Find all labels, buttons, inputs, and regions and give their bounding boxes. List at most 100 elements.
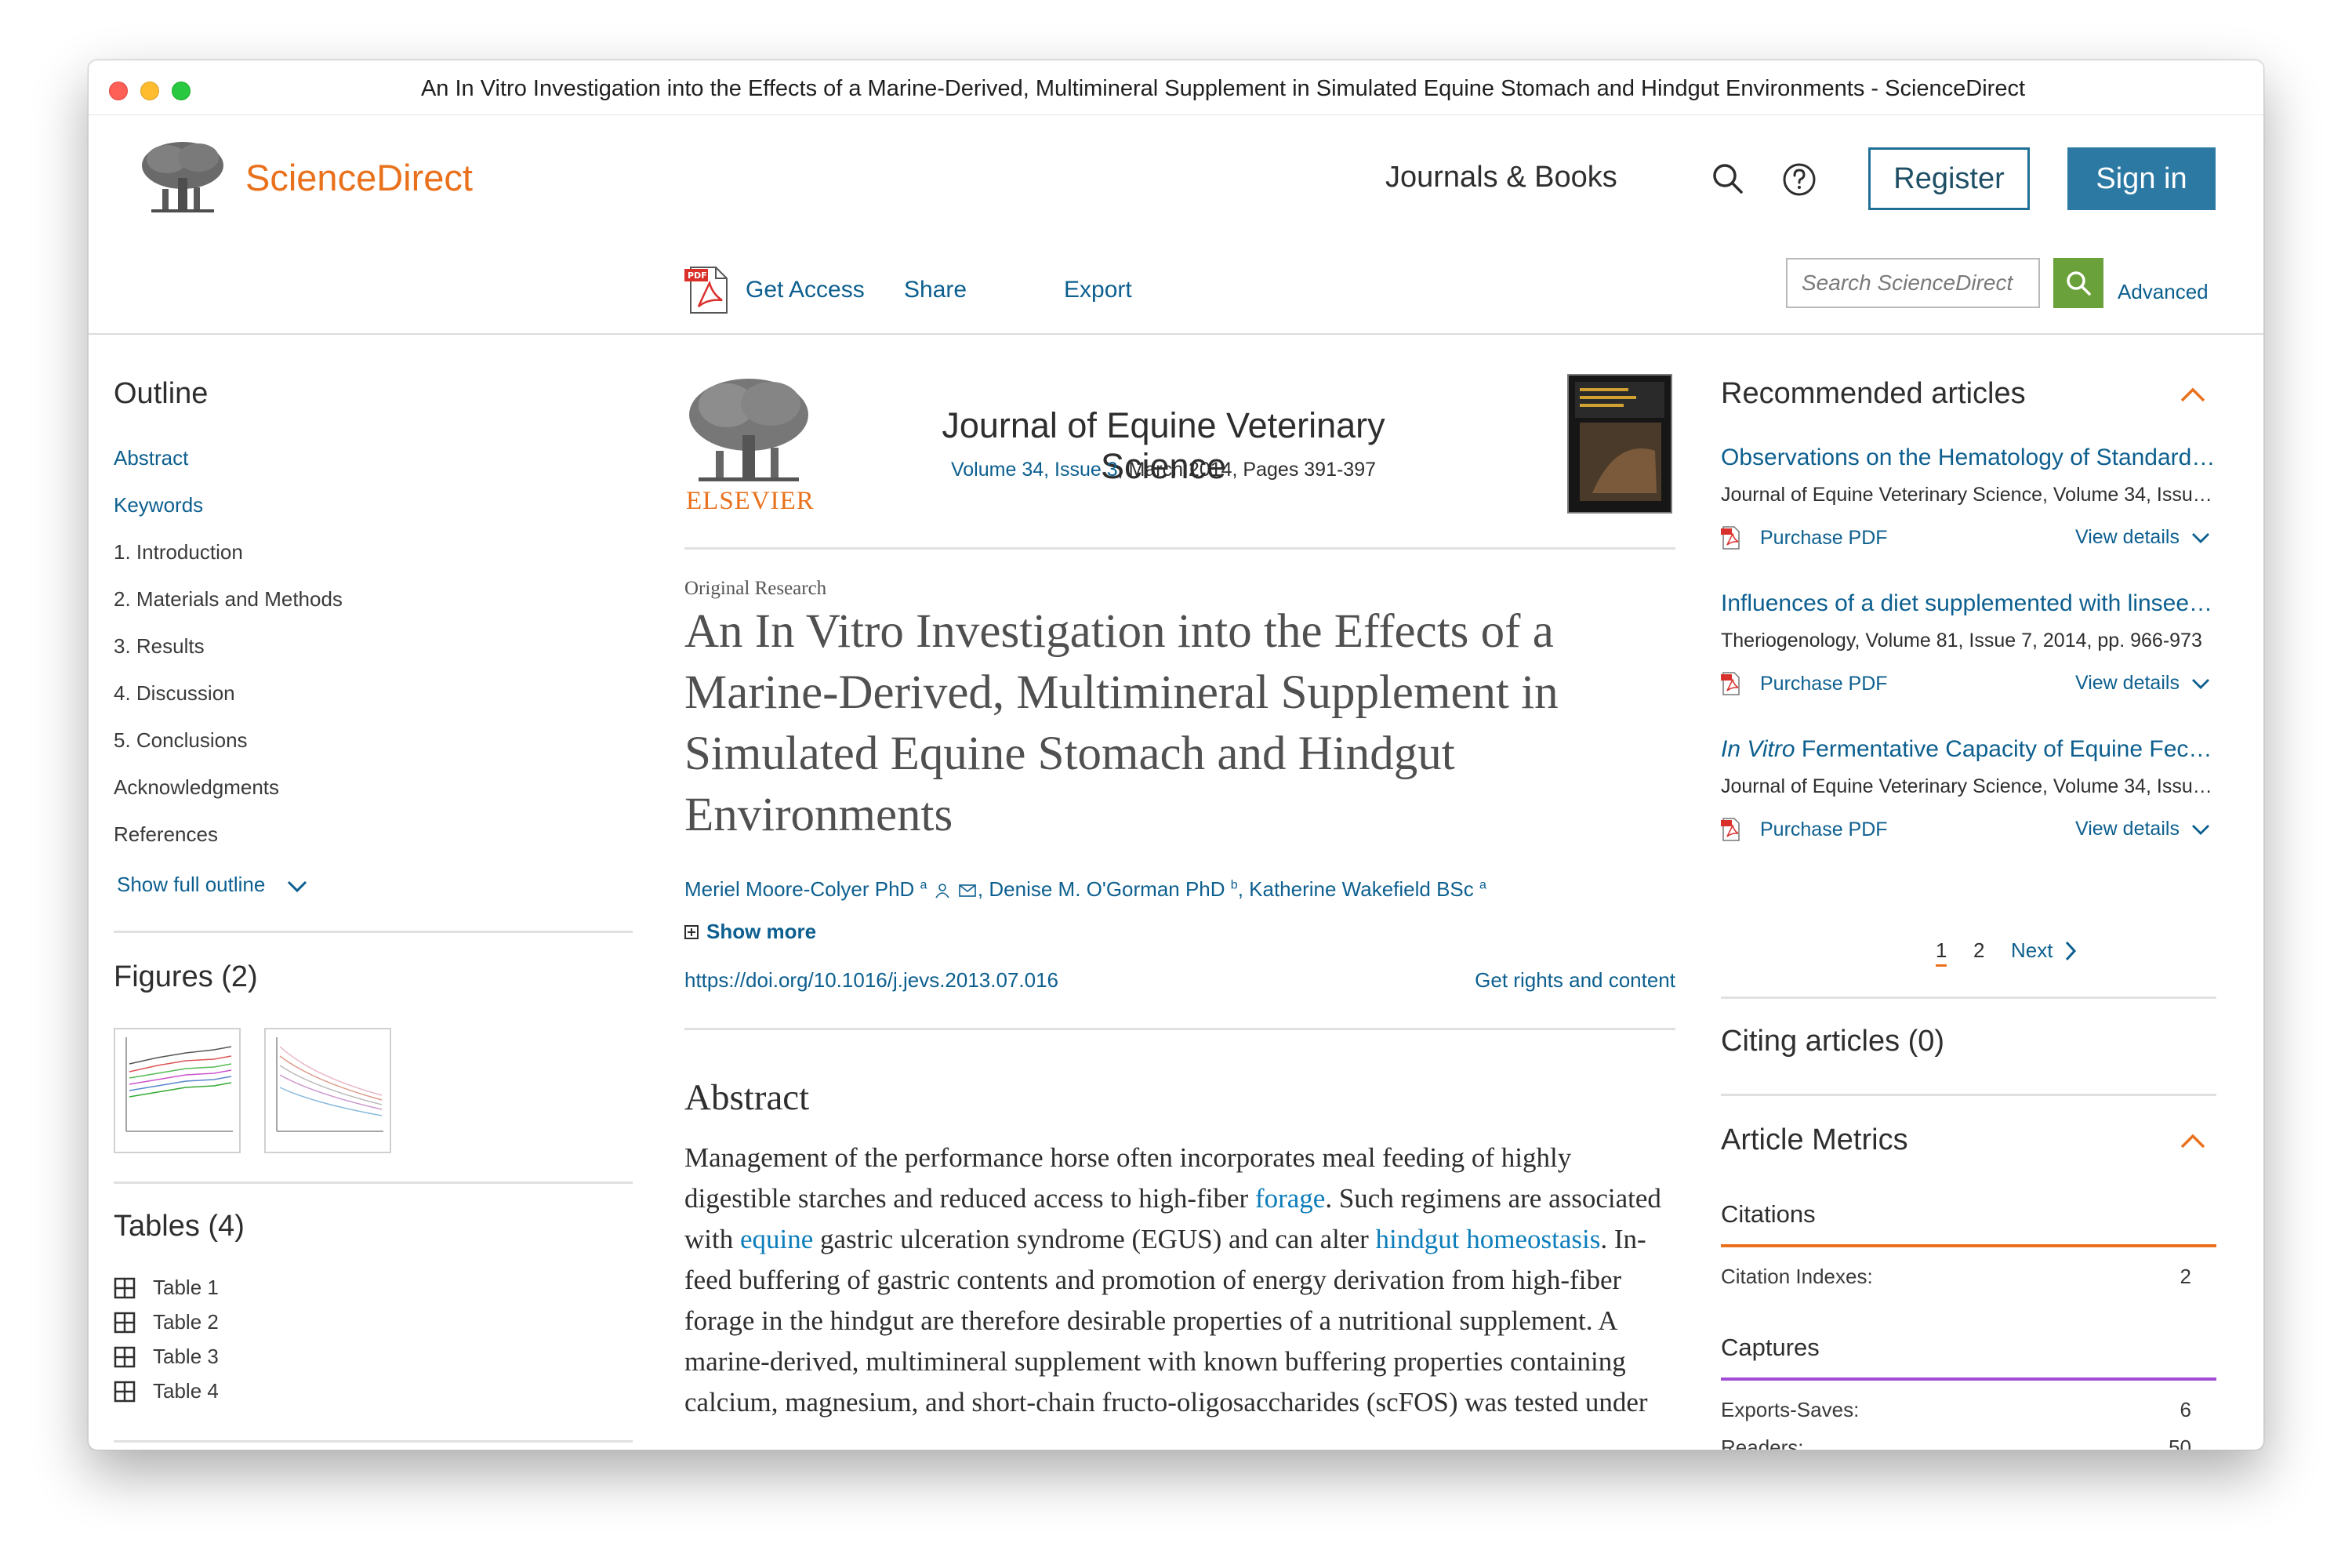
journal-header-divider: [684, 547, 1675, 550]
elsevier-tree-logo[interactable]: [684, 374, 813, 488]
author-separator: ,: [977, 877, 989, 901]
header-divider: [89, 333, 2263, 335]
table-label: Table 2: [153, 1310, 219, 1334]
chevron-up-icon[interactable]: [2179, 385, 2207, 408]
register-button[interactable]: Register: [1868, 147, 2030, 210]
metric-label: Citation Indexes:: [1721, 1265, 1873, 1288]
share-link[interactable]: Share: [904, 277, 967, 303]
author-link[interactable]: Denise M. O'Gorman PhD: [989, 877, 1225, 901]
table-link-2[interactable]: Table 2: [114, 1310, 219, 1334]
table-label: Table 4: [153, 1379, 219, 1403]
affiliation-sup[interactable]: a: [920, 878, 927, 891]
rights-content-link[interactable]: Get rights and content: [1468, 968, 1675, 993]
recommended-article-title[interactable]: Influences of a diet supplemented with l…: [1721, 590, 2216, 617]
pdf-icon: [1721, 672, 1740, 695]
article-type-label: Original Research: [684, 578, 827, 599]
zoom-window-button[interactable]: [172, 82, 191, 100]
svg-text:PDF: PDF: [688, 270, 707, 281]
keyword-link-forage[interactable]: forage: [1255, 1183, 1325, 1214]
author-link[interactable]: Meriel Moore-Colyer PhD: [684, 877, 914, 901]
chevron-down-icon: [2191, 532, 2209, 543]
keyword-link-hindgut-homeostasis[interactable]: hindgut homeostasis: [1376, 1224, 1601, 1254]
outline-item-conclusions[interactable]: 5. Conclusions: [114, 728, 248, 753]
author-separator: ,: [1237, 877, 1250, 901]
doi-link[interactable]: https://doi.org/10.1016/j.jevs.2013.07.0…: [684, 968, 1058, 993]
elsevier-tree-logo[interactable]: [136, 139, 228, 221]
volume-issue-link[interactable]: Volume 34, Issue 3: [951, 459, 1118, 481]
table-link-4[interactable]: Table 4: [114, 1379, 219, 1403]
email-icon[interactable]: [959, 884, 976, 898]
recommended-article-title[interactable]: Observations on the Hematology of Standa…: [1721, 445, 2216, 471]
next-page-link[interactable]: Next: [2011, 938, 2078, 963]
metric-label: Readers:: [1721, 1436, 1804, 1450]
show-full-outline-link[interactable]: Show full outline: [117, 873, 309, 897]
outline-heading: Outline: [114, 377, 209, 410]
table-link-3[interactable]: Table 3: [114, 1345, 219, 1369]
chevron-down-icon: [287, 881, 307, 893]
minimize-window-button[interactable]: [140, 82, 159, 100]
help-icon[interactable]: [1782, 162, 1817, 201]
metric-value: 2: [2180, 1265, 2191, 1288]
sign-in-button[interactable]: Sign in: [2067, 147, 2216, 210]
outline-item-materials-methods[interactable]: 2. Materials and Methods: [114, 587, 343, 612]
purchase-pdf-link[interactable]: Purchase PDF: [1721, 818, 1888, 841]
affiliation-sup[interactable]: a: [1479, 878, 1486, 891]
chevron-down-icon: [2191, 824, 2209, 835]
page-2-link[interactable]: 2: [1973, 938, 1984, 963]
metric-row-readers: Readers: 50: [1721, 1436, 2191, 1450]
outline-item-results[interactable]: 3. Results: [114, 634, 205, 659]
purchase-pdf-label: Purchase PDF: [1760, 526, 1888, 549]
page-1-link[interactable]: 1: [1936, 938, 1947, 967]
person-icon[interactable]: [935, 883, 950, 898]
journal-cover-thumbnail[interactable]: [1567, 374, 1672, 514]
view-details-label: View details: [2075, 526, 2180, 548]
search-sciencedirect-input[interactable]: [1786, 258, 2040, 308]
table-icon: [114, 1346, 136, 1367]
export-link[interactable]: Export: [1064, 277, 1132, 303]
chevron-up-icon[interactable]: [2179, 1131, 2207, 1154]
recommended-article-title[interactable]: In Vitro Fermentative Capacity of Equine…: [1721, 736, 2216, 763]
outline-item-abstract[interactable]: Abstract: [114, 446, 188, 470]
affiliation-sup[interactable]: b: [1231, 878, 1238, 891]
outline-item-acknowledgments[interactable]: Acknowledgments: [114, 775, 279, 800]
citing-articles-heading[interactable]: Citing articles (0): [1721, 1025, 1944, 1058]
citing-divider: [1721, 1094, 2216, 1096]
table-label: Table 1: [153, 1276, 219, 1299]
show-more-button[interactable]: Show more: [684, 920, 816, 944]
abstract-text: Management of the performance horse ofte…: [684, 1138, 1680, 1423]
issue-date-pages: , March 2014, Pages 391-397: [1117, 459, 1377, 481]
journals-books-link[interactable]: Journals & Books: [1385, 161, 1617, 194]
view-details-link[interactable]: View details: [2075, 672, 2211, 695]
metric-row-citation-indexes: Citation Indexes: 2: [1721, 1265, 2191, 1289]
outline-item-introduction[interactable]: 1. Introduction: [114, 540, 243, 564]
title-bar: An In Vitro Investigation into the Effec…: [89, 60, 2263, 115]
outline-item-keywords[interactable]: Keywords: [114, 493, 203, 517]
author-list: Meriel Moore-Colyer PhD a , Denise M. O'…: [684, 877, 1486, 902]
pdf-icon: [1721, 526, 1740, 550]
show-full-outline-label: Show full outline: [117, 873, 266, 896]
outline-item-references[interactable]: References: [114, 822, 218, 847]
get-access-link[interactable]: Get Access: [746, 277, 865, 303]
pdf-icon: [1721, 818, 1740, 841]
abstract-heading: Abstract: [684, 1077, 810, 1118]
view-details-link[interactable]: View details: [2075, 818, 2211, 840]
article-title: An In Vitro Investigation into the Effec…: [684, 605, 1559, 841]
search-icon[interactable]: [1711, 162, 1744, 199]
table-link-1[interactable]: Table 1: [114, 1276, 219, 1300]
figure-thumbnail-1[interactable]: [114, 1028, 241, 1153]
next-page-label: Next: [2011, 938, 2053, 962]
advanced-search-link[interactable]: Advanced: [2118, 280, 2209, 304]
pdf-icon[interactable]: PDF: [684, 266, 731, 318]
keyword-link-equine[interactable]: equine: [740, 1224, 813, 1254]
elsevier-wordmark[interactable]: ELSEVIER: [686, 487, 815, 516]
author-link[interactable]: Katherine Wakefield BSc: [1249, 877, 1474, 901]
outline-item-discussion[interactable]: 4. Discussion: [114, 681, 235, 706]
purchase-pdf-link[interactable]: Purchase PDF: [1721, 672, 1888, 695]
view-details-link[interactable]: View details: [2075, 526, 2211, 549]
close-window-button[interactable]: [109, 82, 128, 100]
figure-thumbnail-2[interactable]: [264, 1028, 391, 1153]
search-submit-button[interactable]: [2053, 258, 2103, 308]
purchase-pdf-link[interactable]: Purchase PDF: [1721, 526, 1888, 550]
sciencedirect-logo-text[interactable]: ScienceDirect: [245, 156, 473, 199]
article-info-divider: [684, 1028, 1675, 1030]
